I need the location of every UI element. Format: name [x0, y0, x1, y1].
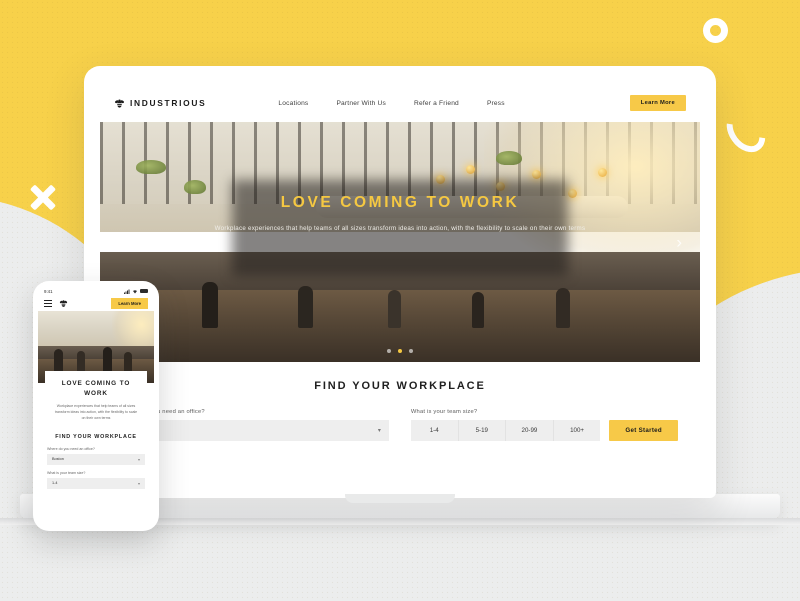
battery-icon — [140, 289, 148, 293]
phone-mockup: 9:41 Learn More LOVE COMING TO WORK Work… — [33, 281, 159, 531]
find-workplace-form: Where do you need an office? Boston ▾ al… — [122, 409, 678, 453]
site-navbar: INDUSTRIOUS Locations Partner With Us Re… — [100, 84, 700, 122]
status-time: 9:41 — [44, 288, 53, 294]
cellular-signal-icon — [124, 289, 130, 294]
nav-link-refer-a-friend[interactable]: Refer a Friend — [414, 100, 459, 107]
team-size-option-100-plus[interactable]: 100+ — [553, 420, 601, 441]
bee-icon — [115, 99, 124, 108]
nav-links: Locations Partner With Us Refer a Friend… — [278, 100, 504, 107]
learn-more-button[interactable]: Learn More — [629, 95, 686, 111]
circle-outline-icon — [703, 18, 728, 43]
phone-team-size-label: What is your team size? — [47, 470, 86, 475]
team-size-option-20-99[interactable]: 20-99 — [506, 420, 554, 441]
carousel-dot[interactable] — [387, 349, 391, 353]
carousel-next-button[interactable]: › — [676, 234, 682, 251]
laptop-screen: INDUSTRIOUS Locations Partner With Us Re… — [100, 84, 700, 480]
phone-location-label: Where do you need an office? — [47, 446, 95, 451]
hero-title: LOVE COMING TO WORK — [280, 194, 520, 211]
bee-icon — [59, 300, 68, 307]
wifi-icon — [133, 289, 137, 293]
carousel-dot-active[interactable] — [398, 349, 402, 353]
all-locations-link[interactable]: all Locations — [122, 447, 389, 453]
chevron-down-icon: ▾ — [377, 428, 381, 434]
hero-subtitle: Workplace experiences that help teams of… — [214, 225, 586, 232]
x-mark-icon — [28, 182, 58, 212]
brand-name: INDUSTRIOUS — [130, 98, 207, 108]
phone-team-size-select[interactable]: 1-4 ▾ — [47, 477, 145, 489]
phone-hero-subtitle: Workplace experiences that help teams of… — [54, 404, 138, 421]
phone-find-workplace-title: FIND YOUR WORKPLACE — [55, 433, 137, 440]
team-size-options: 1-4 5-19 20-99 100+ — [410, 420, 601, 441]
carousel-dot[interactable] — [409, 349, 413, 353]
nav-link-partner-with-us[interactable]: Partner With Us — [336, 100, 386, 107]
laptop-trackpad-notch — [345, 494, 455, 503]
phone-screen: 9:41 Learn More LOVE COMING TO WORK Work… — [38, 286, 154, 526]
nav-link-locations[interactable]: Locations — [278, 100, 308, 107]
phone-find-workplace-section: FIND YOUR WORKPLACE Where do you need an… — [38, 431, 154, 489]
phone-navbar: Learn More — [38, 296, 154, 311]
hero-copy: LOVE COMING TO WORK Workplace experience… — [100, 194, 700, 234]
team-size-option-5-19[interactable]: 5-19 — [458, 420, 507, 441]
team-size-group: What is your team size? 1-4 5-19 20-99 1… — [410, 409, 678, 441]
carousel-prev-button[interactable]: ‹ — [118, 234, 124, 251]
phone-hero-title: LOVE COMING TO WORK — [61, 380, 131, 397]
phone-learn-more-button[interactable]: Learn More — [111, 298, 148, 309]
carousel-dots — [100, 349, 700, 353]
phone-hero-card: LOVE COMING TO WORK Workplace experience… — [45, 371, 147, 431]
laptop-mockup: INDUSTRIOUS Locations Partner With Us Re… — [84, 66, 716, 498]
chevron-down-icon: ▾ — [137, 480, 140, 486]
team-size-option-1-4[interactable]: 1-4 — [410, 420, 459, 441]
phone-location-value: Boston — [52, 457, 64, 462]
location-label: Where do you need an office? — [122, 409, 205, 415]
location-select[interactable]: Boston ▾ — [122, 420, 389, 441]
location-field-group: Where do you need an office? Boston ▾ al… — [122, 409, 389, 453]
find-workplace-section: FIND YOUR WORKPLACE Where do you need an… — [100, 362, 700, 453]
find-workplace-title: FIND YOUR WORKPLACE — [314, 380, 486, 392]
brand-logo[interactable]: INDUSTRIOUS — [114, 98, 206, 109]
hero-photo — [100, 122, 700, 362]
screenshot-stage: INDUSTRIOUS Locations Partner With Us Re… — [0, 0, 800, 601]
get-started-button[interactable]: Get Started — [609, 420, 678, 441]
nav-link-press[interactable]: Press — [487, 100, 505, 107]
team-size-label: What is your team size? — [410, 409, 478, 415]
hamburger-menu-icon[interactable] — [44, 300, 52, 307]
hero-carousel: LOVE COMING TO WORK Workplace experience… — [100, 122, 700, 362]
phone-status-bar: 9:41 — [38, 286, 154, 296]
chevron-down-icon: ▾ — [137, 456, 140, 462]
phone-location-select[interactable]: Boston ▾ — [47, 453, 145, 465]
phone-team-size-value: 1-4 — [52, 481, 58, 486]
